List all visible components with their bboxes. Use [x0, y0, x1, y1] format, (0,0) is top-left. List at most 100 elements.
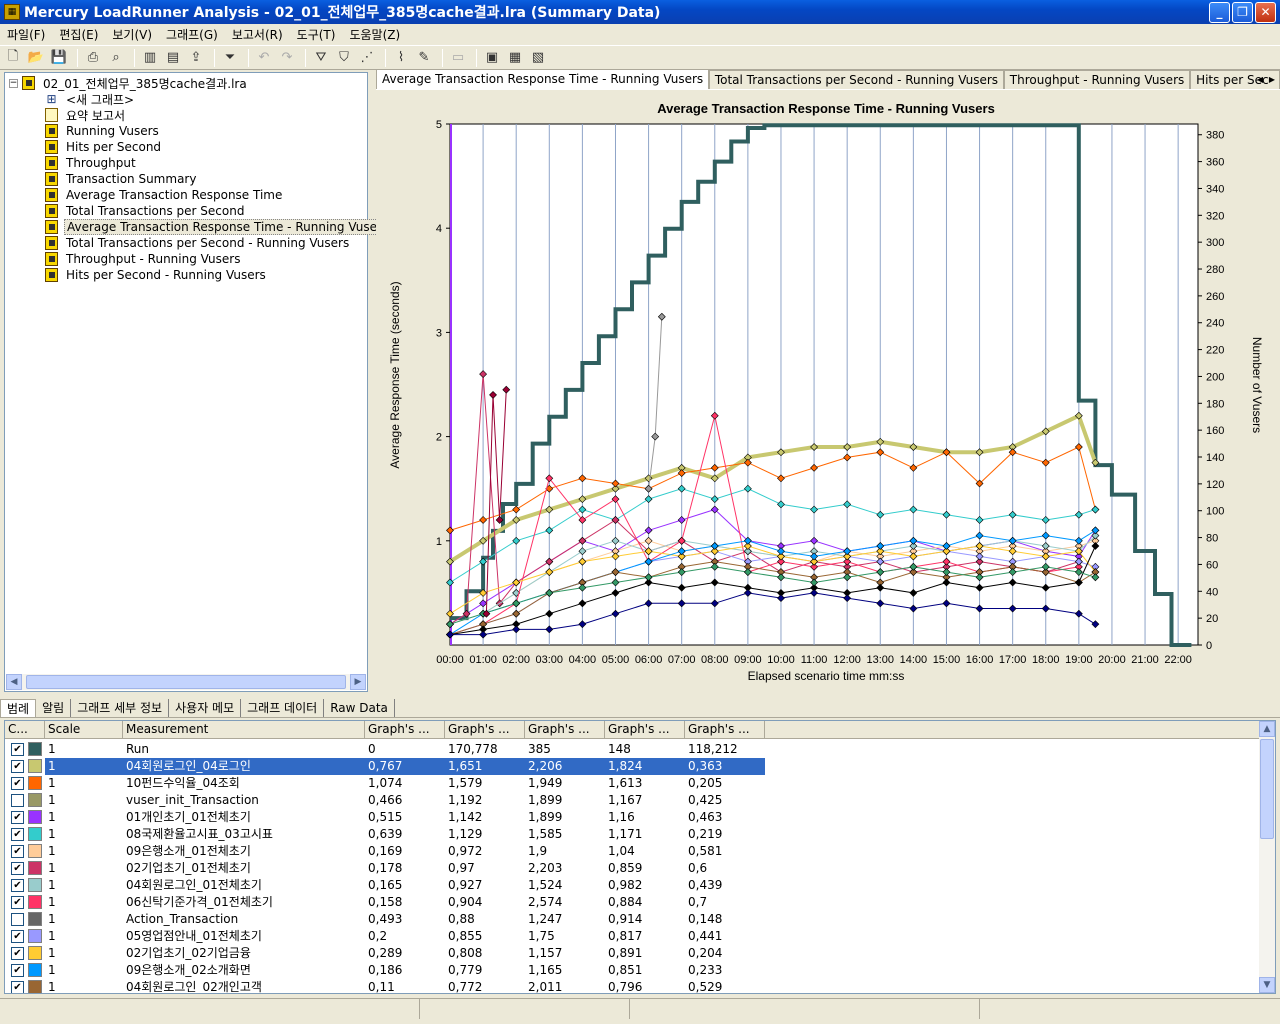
legend-scale[interactable]: 1 — [45, 758, 123, 775]
legend-min[interactable]: 0,289 — [365, 945, 445, 962]
col-header-stddev[interactable]: Graph's ... — [685, 721, 765, 739]
legend-scale[interactable]: 1 — [45, 792, 123, 809]
legend-min[interactable]: 0,466 — [365, 792, 445, 809]
legend-scale[interactable]: 1 — [45, 979, 123, 993]
legend-min[interactable]: 1,074 — [365, 775, 445, 792]
legend-avg[interactable]: 1,192 — [445, 792, 525, 809]
tree-item-throughput[interactable]: Throughput — [45, 155, 138, 171]
scroll-up-icon[interactable]: ▲ — [1259, 721, 1275, 737]
tab-scroll-right-icon[interactable]: ▶ — [1266, 72, 1278, 86]
word-report-icon[interactable]: ▧ — [528, 48, 548, 68]
legend-scale[interactable]: 1 — [45, 928, 123, 945]
tab-legend[interactable]: 범례 — [0, 698, 37, 717]
col-header-median[interactable]: Graph's ... — [605, 721, 685, 739]
auto-correlate-icon[interactable]: ⋰ — [357, 48, 377, 68]
legend-measurement[interactable]: 02기업초기_02기업금융 — [123, 945, 365, 962]
tree-root[interactable]: − 02_01_전체업무_385명cache결과.lra — [9, 75, 249, 91]
visibility-checkbox[interactable]: ✔ — [11, 862, 24, 875]
menu-graph[interactable]: 그래프(G) — [159, 26, 225, 43]
col-header-avg[interactable]: Graph's ... — [445, 721, 525, 739]
legend-stddev[interactable]: 0,439 — [685, 877, 765, 894]
menu-edit[interactable]: 편집(E) — [52, 26, 105, 43]
series-color-swatch[interactable] — [28, 776, 42, 790]
legend-scale[interactable]: 1 — [45, 962, 123, 979]
series-color-swatch[interactable] — [28, 759, 42, 773]
html-report-icon[interactable]: ▦ — [505, 48, 525, 68]
legend-median[interactable]: 0,851 — [605, 962, 685, 979]
legend-scale[interactable]: 1 — [45, 945, 123, 962]
legend-scale[interactable]: 1 — [45, 843, 123, 860]
clear-filter-icon[interactable]: ⛉ — [334, 48, 354, 68]
visibility-checkbox[interactable]: ✔ — [11, 760, 24, 773]
report-icon[interactable]: ▣ — [482, 48, 502, 68]
legend-median[interactable]: 148 — [605, 741, 685, 758]
print-preview-icon[interactable]: ⌕ — [106, 48, 126, 68]
scroll-right-icon[interactable]: ▶ — [350, 674, 366, 690]
legend-avg[interactable]: 1,129 — [445, 826, 525, 843]
legend-avg[interactable]: 0,927 — [445, 877, 525, 894]
legend-measurement[interactable]: Action_Transaction — [123, 911, 365, 928]
legend-scale[interactable]: 1 — [45, 877, 123, 894]
legend-row[interactable]: ✔ 1 09은행소개_02소개화면 0,186 0,779 1,165 0,851 0,233 — [5, 962, 769, 979]
menu-help[interactable]: 도움말(Z) — [342, 26, 407, 43]
legend-row[interactable]: ✔ 1 02기업초기_01전체초기 0,178 0,97 2,203 0,859 0,6 — [5, 860, 769, 877]
legend-max[interactable]: 1,524 — [525, 877, 605, 894]
legend-avg[interactable]: 1,579 — [445, 775, 525, 792]
visibility-checkbox[interactable] — [11, 794, 24, 807]
legend-min[interactable]: 0,515 — [365, 809, 445, 826]
col-header-measurement[interactable]: Measurement — [123, 721, 365, 739]
series-color-swatch[interactable] — [28, 742, 42, 756]
scroll-thumb[interactable] — [1260, 739, 1274, 839]
undo-icon[interactable]: ↶ — [254, 48, 274, 68]
legend-row[interactable]: ✔ 1 10펀드수익율_04조회 1,074 1,579 1,949 1,613 0,205 — [5, 775, 769, 792]
legend-avg[interactable]: 1,142 — [445, 809, 525, 826]
redo-icon[interactable]: ↷ — [277, 48, 297, 68]
legend-row[interactable]: ✔ 1 Run 0 170,778 385 148 118,212 — [5, 741, 769, 758]
menu-report[interactable]: 보고서(R) — [225, 26, 290, 43]
legend-measurement[interactable]: 04회원로그인_02개인고객 — [123, 979, 365, 993]
tree-item-avg-response-running-vusers[interactable]: Average Transaction Response Time - Runn… — [45, 219, 380, 235]
minimize-button[interactable]: _ — [1209, 1, 1230, 23]
series-color-swatch[interactable] — [28, 878, 42, 892]
merge-graph-icon[interactable]: ▤ — [163, 48, 183, 68]
legend-measurement[interactable]: 01개인초기_01전체초기 — [123, 809, 365, 826]
tab-raw-data[interactable]: Raw Data — [324, 698, 395, 717]
scroll-left-icon[interactable]: ◀ — [6, 674, 22, 690]
visibility-checkbox[interactable]: ✔ — [11, 879, 24, 892]
visibility-checkbox[interactable] — [11, 913, 24, 926]
legend-min[interactable]: 0,767 — [365, 758, 445, 775]
display-options-icon[interactable]: ✎ — [414, 48, 434, 68]
legend-min[interactable]: 0 — [365, 741, 445, 758]
legend-vertical-scrollbar[interactable]: ▲ ▼ — [1259, 721, 1275, 993]
legend-scale[interactable]: 1 — [45, 911, 123, 928]
visibility-checkbox[interactable]: ✔ — [11, 743, 24, 756]
legend-max[interactable]: 385 — [525, 741, 605, 758]
legend-median[interactable]: 0,796 — [605, 979, 685, 993]
tab-avg-response-running-vusers[interactable]: Average Transaction Response Time - Runn… — [376, 69, 709, 89]
legend-avg[interactable]: 0,779 — [445, 962, 525, 979]
legend-stddev[interactable]: 0,529 — [685, 979, 765, 993]
legend-measurement[interactable]: 09은행소개_02소개화면 — [123, 962, 365, 979]
visibility-checkbox[interactable]: ✔ — [11, 811, 24, 824]
legend-stddev[interactable]: 0,425 — [685, 792, 765, 809]
tab-graph-details[interactable]: 그래프 세부 정보 — [71, 698, 170, 717]
legend-max[interactable]: 2,574 — [525, 894, 605, 911]
legend-row[interactable]: 1 vuser_init_Transaction 0,466 1,192 1,899 1,… — [5, 792, 769, 809]
legend-median[interactable]: 0,982 — [605, 877, 685, 894]
legend-row[interactable]: ✔ 1 06신탁기준가격_01전체초기 0,158 0,904 2,574 0,884 0,7 — [5, 894, 769, 911]
tree-horizontal-scrollbar[interactable]: ◀ ▶ — [6, 674, 366, 690]
tab-tps-running-vusers[interactable]: Total Transactions per Second - Running … — [708, 70, 1004, 89]
legend-median[interactable]: 1,16 — [605, 809, 685, 826]
legend-row[interactable]: ✔ 1 08국제환율고시표_03고시표 0,639 1,129 1,585 1,171 0,2… — [5, 826, 769, 843]
response-time-chart[interactable]: Average Transaction Response Time - Runn… — [376, 90, 1280, 692]
legend-scale[interactable]: 1 — [45, 860, 123, 877]
legend-min[interactable]: 0,639 — [365, 826, 445, 843]
notes-icon[interactable]: ▭ — [448, 48, 468, 68]
legend-median[interactable]: 1,04 — [605, 843, 685, 860]
legend-scale[interactable]: 1 — [45, 826, 123, 843]
legend-measurement[interactable]: vuser_init_Transaction — [123, 792, 365, 809]
legend-max[interactable]: 2,203 — [525, 860, 605, 877]
legend-median[interactable]: 1,171 — [605, 826, 685, 843]
legend-max[interactable]: 1,157 — [525, 945, 605, 962]
legend-measurement[interactable]: Run — [123, 741, 365, 758]
